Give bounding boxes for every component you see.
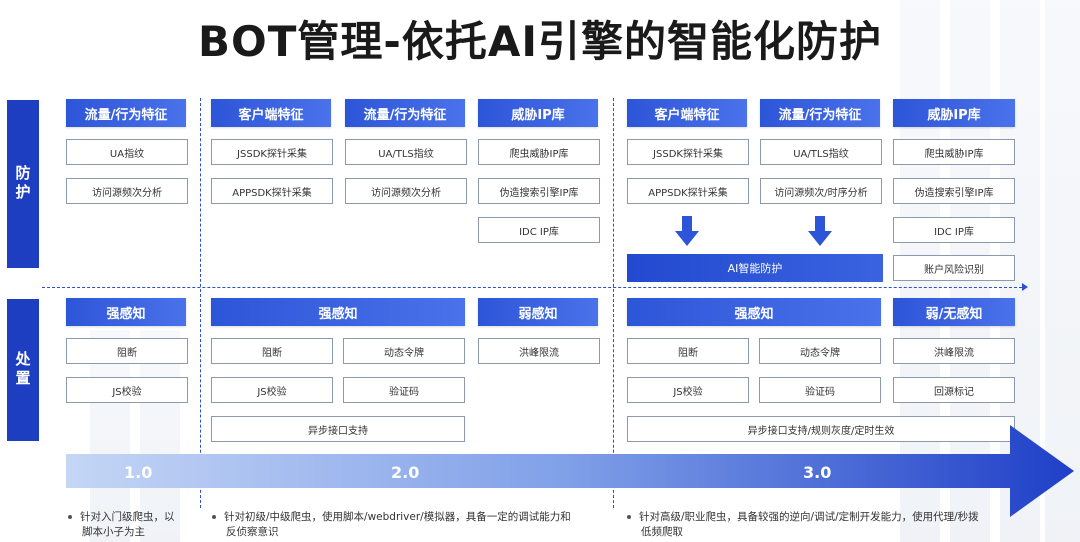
- ai-protection-bar: AI智能防护: [627, 254, 883, 282]
- handling-item: 阻断: [627, 338, 749, 364]
- defense-header: 客户端特征: [211, 99, 331, 127]
- defense-item: 伪造搜索引擎IP库: [893, 178, 1015, 204]
- note-line: 针对高级/职业爬虫，具备较强的逆向/调试/定制开发能力，使用代理/秒拨: [639, 511, 979, 523]
- stage-note: 针对高级/职业爬虫，具备较强的逆向/调试/定制开发能力，使用代理/秒拨 低频爬取: [627, 510, 1047, 540]
- handling-header: 弱感知: [478, 298, 598, 326]
- defense-header: 客户端特征: [627, 99, 747, 127]
- arrow-down-icon: [675, 216, 699, 246]
- defense-item: UA指纹: [66, 139, 188, 165]
- stage-note: 针对初级/中级爬虫，使用脚本/webdriver/模拟器，具备一定的调试能力和 …: [212, 510, 612, 540]
- handling-item: 洪峰限流: [893, 338, 1015, 364]
- defense-header: 流量/行为特征: [760, 99, 880, 127]
- handling-header: 强感知: [66, 298, 186, 326]
- stage-label: 3.0: [803, 463, 832, 482]
- defense-item: 伪造搜索引擎IP库: [478, 178, 600, 204]
- handling-item: JS校验: [627, 377, 749, 403]
- note-line: 脚本小子为主: [82, 526, 145, 538]
- handling-item: 回源标记: [893, 377, 1015, 403]
- defense-item: 账户风险识别: [893, 255, 1015, 281]
- bullet-icon: [68, 515, 72, 519]
- note-line: 反侦察意识: [226, 526, 279, 538]
- stage-note: 针对入门级爬虫，以 脚本小子为主: [68, 510, 198, 540]
- defense-item: 访问源频次分析: [345, 178, 467, 204]
- handling-item: JS校验: [66, 377, 188, 403]
- side-label-defense: 防护: [7, 100, 39, 268]
- evolution-arrow: [66, 425, 1074, 517]
- defense-header: 流量/行为特征: [66, 99, 186, 127]
- divider-line: [42, 287, 1022, 288]
- defense-item: 访问源频次/时序分析: [760, 178, 882, 204]
- note-line: 低频爬取: [641, 526, 683, 538]
- defense-item: IDC IP库: [893, 217, 1015, 243]
- note-line: 针对初级/中级爬虫，使用脚本/webdriver/模拟器，具备一定的调试能力和: [224, 511, 571, 523]
- defense-header: 威胁IP库: [478, 99, 598, 127]
- handling-item: 验证码: [343, 377, 465, 403]
- handling-item: JS校验: [211, 377, 333, 403]
- arrow-down-icon: [808, 216, 832, 246]
- note-line: 针对入门级爬虫，以: [80, 511, 175, 523]
- defense-item: JSSDK探针采集: [211, 139, 333, 165]
- defense-item: UA/TLS指纹: [760, 139, 882, 165]
- defense-item: IDC IP库: [478, 217, 600, 243]
- defense-item: 访问源频次分析: [66, 178, 188, 204]
- handling-item: 阻断: [66, 338, 188, 364]
- handling-item: 阻断: [211, 338, 333, 364]
- defense-item: 爬虫威胁IP库: [893, 139, 1015, 165]
- defense-item: JSSDK探针采集: [627, 139, 749, 165]
- bullet-icon: [212, 515, 216, 519]
- defense-item: UA/TLS指纹: [345, 139, 467, 165]
- page-title: BOT管理-依托AI引擎的智能化防护: [198, 17, 882, 66]
- handling-item: 动态令牌: [759, 338, 881, 364]
- handling-header: 弱/无感知: [893, 298, 1015, 326]
- defense-header: 威胁IP库: [893, 99, 1015, 127]
- defense-header: 流量/行为特征: [345, 99, 465, 127]
- handling-item: 验证码: [759, 377, 881, 403]
- handling-header: 强感知: [211, 298, 465, 326]
- handling-item: 动态令牌: [343, 338, 465, 364]
- bullet-icon: [627, 515, 631, 519]
- stage-label: 1.0: [124, 463, 153, 482]
- handling-item: 洪峰限流: [478, 338, 600, 364]
- divider-arrowhead: [1022, 283, 1028, 291]
- side-label-handling: 处置: [7, 299, 39, 441]
- defense-item: APPSDK探针采集: [211, 178, 333, 204]
- handling-header: 强感知: [627, 298, 881, 326]
- stage-label: 2.0: [391, 463, 420, 482]
- defense-item: 爬虫威胁IP库: [478, 139, 600, 165]
- defense-item: APPSDK探针采集: [627, 178, 749, 204]
